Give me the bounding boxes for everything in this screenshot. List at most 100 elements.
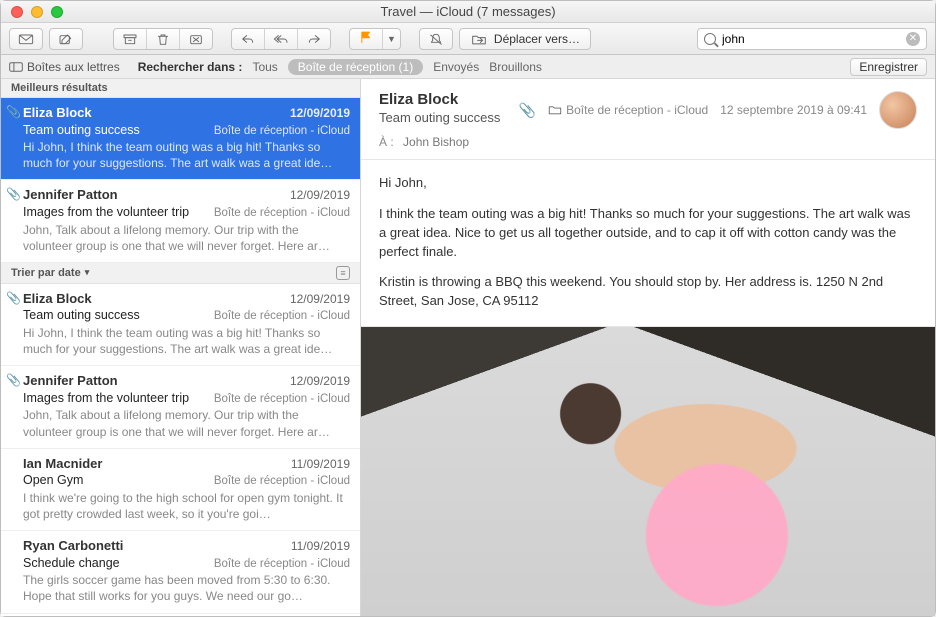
message-source: Boîte de réception - iCloud (214, 557, 350, 573)
message-sender: Eliza Block (23, 104, 92, 122)
get-mail-button[interactable] (9, 28, 43, 50)
message-subject: Images from the volunteer trip (23, 390, 189, 407)
message-list[interactable]: Meilleurs résultats 📎 Eliza Block 12/09/2… (1, 79, 361, 616)
body-paragraph: Kristin is throwing a BBQ this weekend. … (379, 273, 917, 311)
sender-avatar[interactable] (879, 91, 917, 129)
top-hits-label: Meilleurs résultats (11, 82, 108, 94)
message-row[interactable]: 📎 Jennifer Patton 12/09/2019 Images from … (1, 366, 360, 448)
attachment-icon: 📎 (6, 290, 21, 306)
message-subject: Schedule change (23, 555, 120, 572)
message-subject: Images from the volunteer trip (23, 204, 189, 221)
compose-button[interactable] (49, 28, 83, 50)
clear-search-button[interactable]: ✕ (906, 32, 920, 46)
mailboxes-toggle[interactable]: Boîtes aux lettres (9, 60, 120, 74)
save-search-button[interactable]: Enregistrer (850, 58, 927, 76)
inline-image (361, 326, 935, 616)
reply-icon (240, 32, 256, 46)
message-reader: Eliza Block Team outing success À : John… (361, 79, 935, 616)
reader-meta: 📎 Boîte de réception - iCloud 12 septemb… (519, 91, 917, 129)
message-sender: Ian Macnider (23, 455, 102, 473)
attachment-icon: 📎 (6, 186, 21, 202)
message-source: Boîte de réception - iCloud (214, 309, 350, 325)
scope-all[interactable]: Tous (252, 60, 277, 74)
message-source: Boîte de réception - iCloud (214, 474, 350, 490)
message-date: 11/09/2019 (291, 456, 350, 472)
flag-button-group: ▼ (349, 28, 401, 50)
scope-inbox[interactable]: Boîte de réception (1) (288, 59, 423, 75)
message-preview: John, Talk about a lifelong memory. Our … (23, 222, 350, 254)
mailboxes-label: Boîtes aux lettres (27, 60, 120, 74)
search-scope-bar: Boîtes aux lettres Rechercher dans : Tou… (1, 55, 935, 79)
message-preview: Hi John, I think the team outing was a b… (23, 325, 350, 357)
message-subject: Team outing success (23, 307, 140, 324)
message-row[interactable]: 📎 Eliza Block 12/09/2019 Team outing succ… (1, 98, 360, 180)
message-row[interactable]: Ian Macnider 11/09/2019 Open Gym Boîte de … (1, 449, 360, 531)
flag-icon (358, 30, 374, 47)
attachment-icon: 📎 (6, 104, 21, 120)
reply-all-button[interactable] (265, 29, 298, 49)
archive-button[interactable] (114, 29, 147, 49)
search-input[interactable] (722, 32, 900, 46)
window-title: Travel — iCloud (7 messages) (1, 4, 935, 19)
reader-header: Eliza Block Team outing success À : John… (361, 79, 935, 160)
message-row[interactable]: Lucinda Yang10/09/2019 Block Yard SaleBo… (1, 614, 360, 616)
message-subject: Team outing success (23, 122, 140, 139)
message-subject: Open Gym (23, 472, 83, 489)
message-sender: Jennifer Patton (23, 186, 118, 204)
message-row[interactable]: 📎 Jennifer Patton 12/09/2019 Images from … (1, 180, 360, 262)
message-preview: I think we're going to the high school f… (23, 490, 350, 522)
message-date: 12/09/2019 (290, 187, 350, 203)
reader-to-label: À : (379, 135, 394, 149)
attachment-icon: 📎 (6, 372, 21, 388)
message-preview: John, Talk about a lifelong memory. Our … (23, 407, 350, 439)
toolbar: ▼ Déplacer vers… ✕ (1, 23, 935, 55)
sort-header[interactable]: Trier par date ▾ ≡ (1, 263, 360, 284)
reply-button[interactable] (232, 29, 265, 49)
message-date: 12/09/2019 (290, 291, 350, 307)
message-row[interactable]: Ryan Carbonetti11/09/2019 Schedule chang… (1, 531, 360, 613)
scope-drafts[interactable]: Brouillons (489, 60, 542, 74)
envelope-icon (18, 32, 34, 46)
message-date: 12/09/2019 (290, 105, 350, 121)
search-in-label: Rechercher dans : (138, 60, 243, 74)
delete-group (113, 28, 213, 50)
trash-button[interactable] (147, 29, 180, 49)
move-to-button[interactable]: Déplacer vers… (459, 28, 591, 50)
trash-icon (155, 32, 171, 46)
message-source: Boîte de réception - iCloud (214, 392, 350, 408)
reader-folder[interactable]: Boîte de réception - iCloud (548, 103, 708, 117)
chevron-down-icon: ▼ (387, 34, 396, 44)
move-folder-icon (470, 32, 488, 46)
reader-body: Hi John, I think the team outing was a b… (361, 160, 935, 326)
forward-icon (306, 32, 322, 46)
compose-icon (58, 32, 74, 46)
reader-folder-label: Boîte de réception - iCloud (566, 103, 708, 117)
reply-all-icon (273, 32, 289, 46)
scope-sent[interactable]: Envoyés (433, 60, 479, 74)
message-date: 12/09/2019 (290, 373, 350, 389)
flag-button[interactable] (350, 29, 383, 49)
forward-button[interactable] (298, 29, 330, 49)
filter-icon[interactable]: ≡ (336, 266, 350, 280)
body-paragraph: I think the team outing was a big hit! T… (379, 205, 917, 262)
chevron-down-icon: ▾ (85, 267, 90, 278)
junk-button[interactable] (180, 29, 212, 49)
sort-label: Trier par date (11, 267, 81, 279)
flag-menu-button[interactable]: ▼ (383, 29, 400, 49)
reader-datetime: 12 septembre 2019 à 09:41 (720, 103, 867, 117)
search-field-wrapper[interactable]: ✕ (697, 28, 927, 50)
message-source: Boîte de réception - iCloud (214, 124, 350, 140)
message-row[interactable]: 📎 Eliza Block 12/09/2019 Team outing succ… (1, 284, 360, 366)
move-to-label: Déplacer vers… (494, 32, 580, 46)
message-sender: Jennifer Patton (23, 372, 118, 390)
body-paragraph: Hi John, (379, 174, 917, 193)
bell-off-icon (428, 32, 444, 46)
archive-icon (122, 32, 138, 46)
reader-to: À : John Bishop (379, 135, 917, 149)
reply-group (231, 28, 331, 50)
mute-button[interactable] (419, 28, 453, 50)
window-titlebar: Travel — iCloud (7 messages) (1, 1, 935, 23)
reader-to-value: John Bishop (403, 135, 469, 149)
attachment-icon[interactable]: 📎 (519, 102, 536, 119)
message-sender: Eliza Block (23, 290, 92, 308)
